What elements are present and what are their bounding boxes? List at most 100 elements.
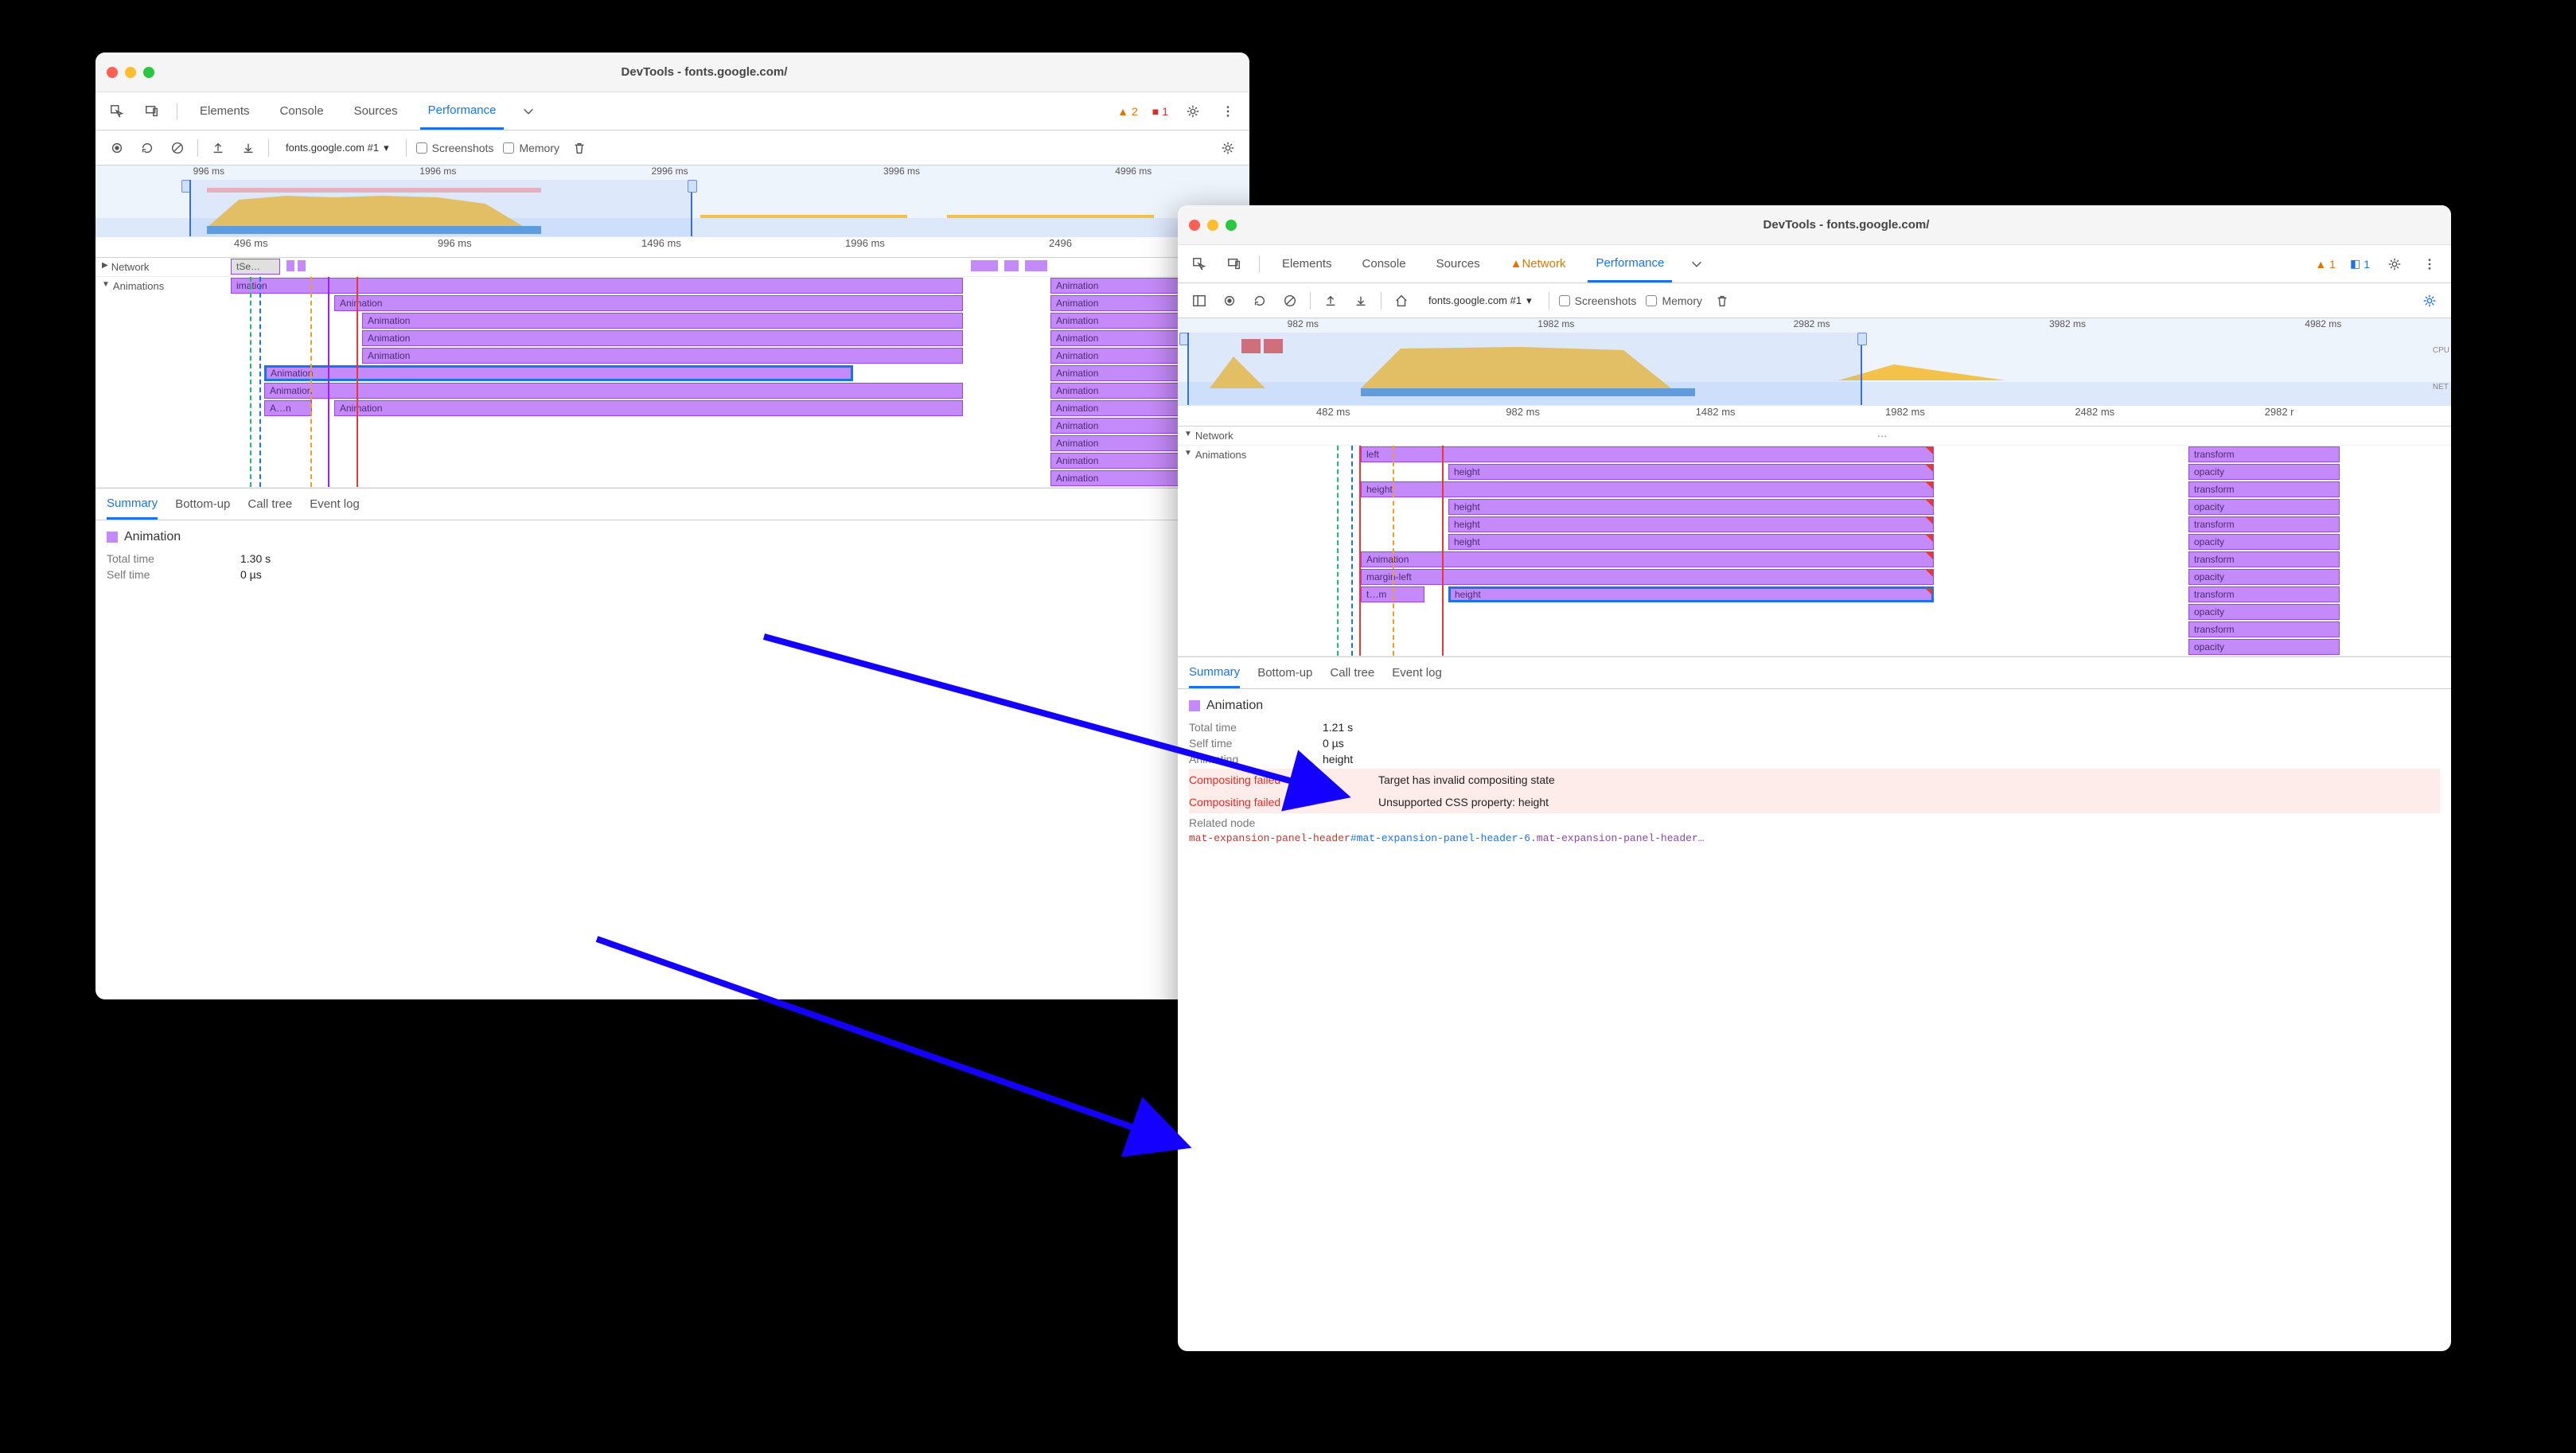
animation-event-selected[interactable]: height <box>1448 586 1934 602</box>
expand-icon[interactable]: ▶ <box>102 261 108 270</box>
network-track[interactable]: ▼Network … <box>1178 427 2451 446</box>
animations-track[interactable]: ▼Animations imation Animation Animation … <box>95 277 1249 488</box>
timeline-overview[interactable]: 996 ms 1996 ms 2996 ms 3996 ms 4996 ms <box>95 166 1249 237</box>
tab-sources[interactable]: Sources <box>1428 245 1488 282</box>
capture-settings-icon[interactable] <box>2419 290 2440 311</box>
animation-event[interactable]: Animation <box>334 400 963 416</box>
screenshots-checkbox[interactable]: Screenshots <box>1559 294 1637 307</box>
animation-event[interactable]: Animation <box>264 383 963 399</box>
kebab-icon[interactable] <box>2419 254 2440 275</box>
tab-event-log[interactable]: Event log <box>310 489 360 520</box>
range-selection[interactable] <box>1187 333 1862 405</box>
trash-icon[interactable] <box>569 138 590 158</box>
screenshots-checkbox[interactable]: Screenshots <box>416 142 494 154</box>
minimize-icon[interactable] <box>125 67 136 78</box>
settings-icon[interactable] <box>1183 101 1203 122</box>
range-selection[interactable] <box>189 180 692 236</box>
upload-icon[interactable] <box>1320 290 1341 311</box>
animation-event[interactable]: Animation <box>362 330 963 346</box>
animation-event[interactable]: opacity <box>2188 499 2340 515</box>
animation-event[interactable]: Animation <box>1361 551 1934 567</box>
record-icon[interactable] <box>1219 290 1240 311</box>
animation-event[interactable]: transform <box>2188 586 2340 602</box>
clear-icon[interactable] <box>167 138 188 158</box>
animation-event[interactable]: Animation <box>334 295 963 311</box>
animation-event[interactable]: Animation <box>362 313 963 329</box>
close-icon[interactable] <box>107 67 118 78</box>
tab-call-tree[interactable]: Call tree <box>247 489 292 520</box>
network-track[interactable]: ▶Network tSe… <box>95 258 1249 277</box>
time-ruler[interactable]: 496 ms 996 ms 1496 ms 1996 ms 2496 <box>95 237 1249 258</box>
animation-event[interactable]: A…n <box>264 400 312 416</box>
animation-event[interactable]: height <box>1448 499 1934 515</box>
trash-icon[interactable] <box>1712 290 1732 311</box>
collapse-icon[interactable]: ▼ <box>1184 449 1192 458</box>
tab-bottom-up[interactable]: Bottom-up <box>175 489 230 520</box>
tab-event-log[interactable]: Event log <box>1392 657 1442 688</box>
inspect-icon[interactable] <box>1189 254 1210 275</box>
download-icon[interactable] <box>1350 290 1371 311</box>
animation-event[interactable]: opacity <box>2188 639 2340 655</box>
warnings-badge[interactable]: ▲1 <box>2315 258 2336 271</box>
network-event[interactable]: tSe… <box>231 259 280 275</box>
tab-performance[interactable]: Performance <box>1588 245 1672 282</box>
animation-event[interactable]: transform <box>2188 446 2340 462</box>
tab-summary[interactable]: Summary <box>107 489 158 520</box>
range-handle-right[interactable] <box>1857 333 1867 345</box>
animation-event[interactable]: height <box>1448 534 1934 550</box>
memory-checkbox[interactable]: Memory <box>503 142 559 154</box>
device-icon[interactable] <box>142 101 162 122</box>
tab-call-tree[interactable]: Call tree <box>1330 657 1374 688</box>
errors-badge[interactable]: ■ 1 <box>1152 105 1168 118</box>
recording-dropdown[interactable]: fonts.google.com #1 ▾ <box>279 138 396 158</box>
collapse-icon[interactable]: ▼ <box>1184 430 1192 438</box>
related-node-link[interactable]: mat-expansion-panel-header#mat-expansion… <box>1189 832 2440 844</box>
maximize-icon[interactable] <box>1226 220 1237 231</box>
animation-event[interactable]: imation <box>231 278 963 294</box>
tab-sources[interactable]: Sources <box>346 92 406 130</box>
download-icon[interactable] <box>238 138 259 158</box>
flame-chart[interactable]: ▼Network … ▼Animations left transform he… <box>1178 427 2451 657</box>
capture-settings-icon[interactable] <box>1218 138 1238 158</box>
animation-event[interactable]: margin-left <box>1361 569 1934 585</box>
upload-icon[interactable] <box>208 138 228 158</box>
warnings-badge[interactable]: ▲ 2 <box>1117 105 1138 118</box>
device-icon[interactable] <box>1224 254 1245 275</box>
tab-bottom-up[interactable]: Bottom-up <box>1257 657 1312 688</box>
inspect-icon[interactable] <box>107 101 127 122</box>
reload-record-icon[interactable] <box>137 138 158 158</box>
recording-dropdown[interactable]: fonts.google.com #1 ▾ <box>1421 290 1539 311</box>
animation-event[interactable]: opacity <box>2188 464 2340 480</box>
clear-icon[interactable] <box>1280 290 1300 311</box>
tab-elements[interactable]: Elements <box>1274 245 1340 282</box>
time-ruler[interactable]: 482 ms 982 ms 1482 ms 1982 ms 2482 ms 29… <box>1178 406 2451 427</box>
animation-event[interactable]: height <box>1448 464 1934 480</box>
animation-event[interactable]: transform <box>2188 481 2340 497</box>
animation-event[interactable]: opacity <box>2188 534 2340 550</box>
tab-console[interactable]: Console <box>1354 245 1414 282</box>
toggle-sidebar-icon[interactable] <box>1189 290 1210 311</box>
collapse-icon[interactable]: ▼ <box>102 280 110 289</box>
animation-event[interactable]: transform <box>2188 551 2340 567</box>
animation-event[interactable]: left <box>1361 446 1934 462</box>
animation-event[interactable]: height <box>1448 516 1934 532</box>
minimize-icon[interactable] <box>1207 220 1218 231</box>
reload-record-icon[interactable] <box>1249 290 1270 311</box>
kebab-icon[interactable] <box>1218 101 1238 122</box>
issues-badge[interactable]: ◧1 <box>2350 257 2370 271</box>
tab-console[interactable]: Console <box>272 92 332 130</box>
flame-chart[interactable]: ▶Network tSe… ▼Animations imation Animat… <box>95 258 1249 489</box>
more-tabs-icon[interactable] <box>1686 254 1707 275</box>
animation-event[interactable]: transform <box>2188 516 2340 532</box>
record-icon[interactable] <box>107 138 127 158</box>
memory-checkbox[interactable]: Memory <box>1646 294 1702 307</box>
more-tabs-icon[interactable] <box>518 101 539 122</box>
range-handle-right[interactable] <box>688 180 697 193</box>
settings-icon[interactable] <box>2384 254 2405 275</box>
animation-event-selected[interactable]: Animation <box>264 365 853 381</box>
animations-track[interactable]: ▼Animations left transform height opacit… <box>1178 446 2451 656</box>
tab-elements[interactable]: Elements <box>192 92 258 130</box>
animation-event[interactable]: Animation <box>362 348 963 364</box>
tab-performance[interactable]: Performance <box>420 92 505 130</box>
animation-event[interactable]: opacity <box>2188 604 2340 620</box>
